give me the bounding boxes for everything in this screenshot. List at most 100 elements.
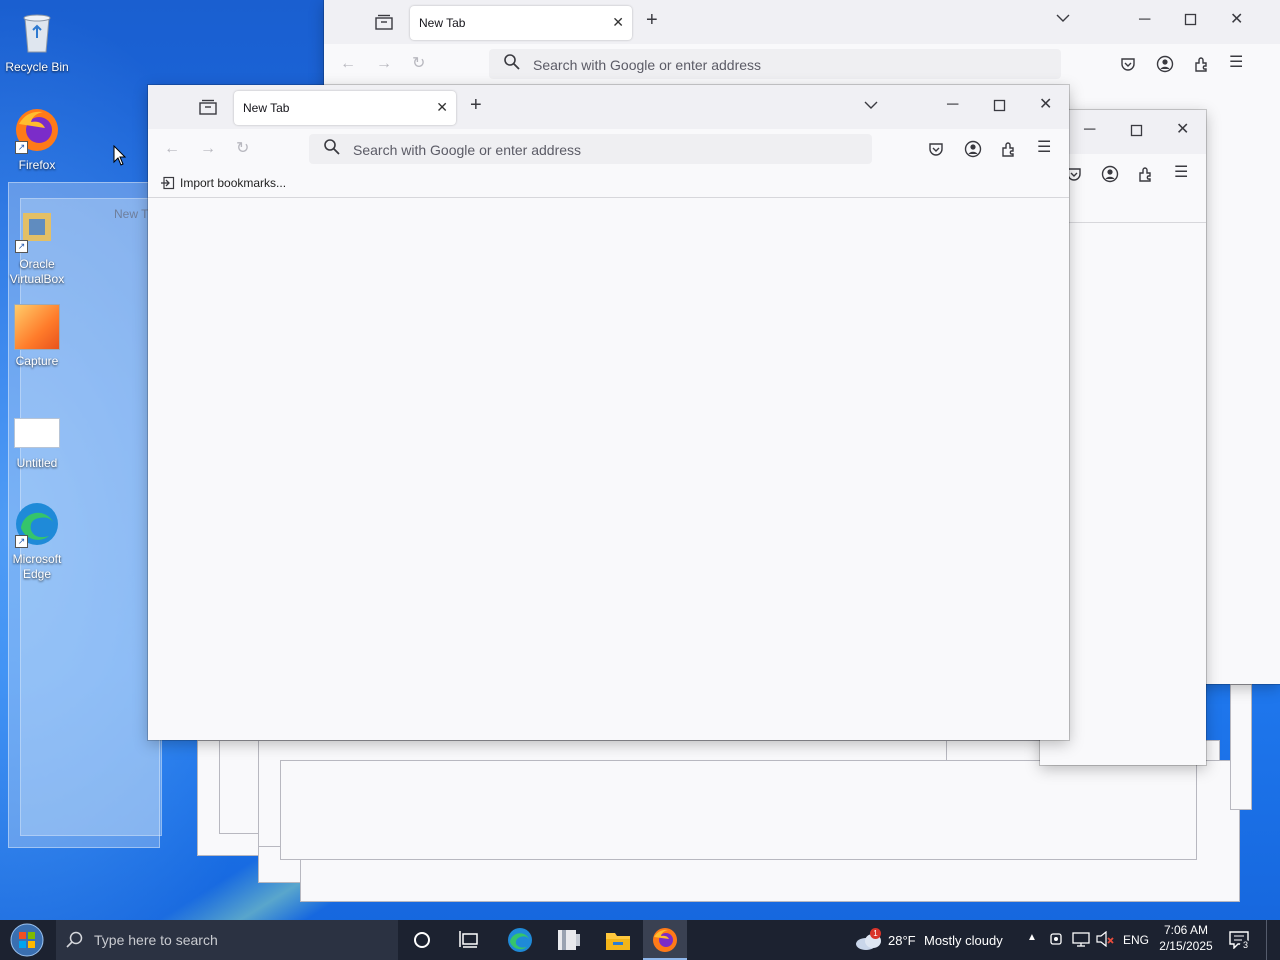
import-bookmarks-label: Import bookmarks... [180, 176, 287, 190]
back-icon[interactable]: ← [340, 56, 356, 72]
close-tab-icon[interactable]: ✕ [612, 14, 624, 31]
search-icon [323, 138, 341, 159]
account-icon[interactable] [964, 140, 982, 162]
recycle-bin-icon [13, 8, 61, 56]
desktop-icon-virtualbox[interactable]: ↗ Oracle VirtualBox [0, 205, 74, 287]
chevron-down-icon[interactable] [1055, 12, 1071, 28]
notifications-button[interactable]: 3 [1226, 920, 1254, 960]
clock-time: 7:06 AM [1163, 923, 1209, 937]
tab-title: New Tab [243, 101, 290, 115]
weather-widget[interactable]: 1 28°F Mostly cloudy [852, 920, 1018, 960]
tab-strip: New Tab ✕ + ─ ✕ [324, 0, 1280, 44]
maximize-button[interactable] [1184, 13, 1198, 31]
start-button[interactable] [4, 920, 50, 960]
mouse-cursor-icon [113, 145, 127, 166]
network-icon[interactable] [1072, 931, 1090, 950]
desktop-icon-label: Untitled [16, 456, 58, 470]
desktop-icon-firefox[interactable]: ↗ Firefox [0, 106, 74, 173]
capture-icon [14, 304, 60, 350]
task-view-button[interactable] [448, 920, 492, 960]
desktop-icon-edge[interactable]: ↗ Microsoft Edge [0, 500, 74, 582]
maximize-button[interactable] [1130, 124, 1144, 142]
weather-alert-badge: 1 [870, 928, 881, 939]
ghost-window [219, 740, 261, 834]
tab-strip: New Tab ✕ + ─ ✕ [148, 85, 1069, 129]
browser-window-front: New Tab ✕ + ─ ✕ ← → ↻ Search with Google… [148, 85, 1069, 740]
task-view-icon [459, 931, 478, 948]
taskbar-search-box[interactable]: Type here to search [56, 920, 398, 960]
minimize-button[interactable]: ─ [1084, 122, 1095, 138]
folder-icon [606, 933, 630, 950]
reload-icon[interactable]: ↻ [412, 56, 425, 72]
weather-text: Mostly cloudy [924, 933, 1003, 948]
extensions-icon[interactable] [1137, 165, 1155, 187]
show-hidden-icons[interactable]: ▲ [1027, 932, 1037, 943]
firefox-icon: ↗ [13, 106, 61, 154]
import-icon [161, 176, 175, 190]
tab-overview-icon[interactable] [199, 99, 217, 119]
desktop-icon-label: Oracle VirtualBox [9, 257, 65, 286]
bookmarks-toolbar: Import bookmarks... [148, 169, 1069, 198]
document-icon [558, 930, 580, 950]
taskbar-document-app[interactable] [547, 920, 591, 960]
url-bar[interactable]: Search with Google or enter address [309, 134, 872, 164]
close-window-button[interactable]: ✕ [1176, 122, 1189, 138]
minimize-button[interactable]: ─ [947, 97, 958, 113]
new-tab-button[interactable]: + [646, 10, 658, 30]
taskbar-firefox[interactable] [643, 920, 687, 960]
close-window-button[interactable]: ✕ [1230, 12, 1243, 28]
forward-icon[interactable]: → [376, 56, 392, 72]
url-placeholder: Search with Google or enter address [533, 57, 762, 73]
import-bookmarks-button[interactable]: Import bookmarks... [161, 175, 286, 191]
extensions-icon[interactable] [1000, 140, 1018, 162]
tab-new-tab[interactable]: New Tab ✕ [410, 6, 632, 40]
nav-bar: ← → ↻ Search with Google or enter addres… [148, 129, 1069, 169]
nav-bar: ← → ↻ Search with Google or enter addres… [324, 44, 1280, 84]
cortana-circle-icon [414, 932, 430, 948]
extensions-icon[interactable] [1193, 55, 1211, 77]
reload-icon[interactable]: ↻ [236, 141, 249, 157]
show-desktop-button[interactable] [1266, 920, 1280, 960]
account-icon[interactable] [1101, 165, 1119, 187]
ghost-tab-title: New T [114, 207, 149, 221]
desktop-icon-recycle-bin[interactable]: Recycle Bin [0, 8, 74, 75]
desktop-icon-label: Capture [15, 354, 59, 368]
weather-temp: 28°F [888, 933, 916, 948]
language-indicator[interactable]: ENG [1123, 933, 1149, 947]
search-placeholder: Type here to search [94, 932, 218, 948]
chevron-down-icon[interactable] [863, 99, 879, 115]
minimize-button[interactable]: ─ [1139, 12, 1150, 28]
cortana-button[interactable] [400, 920, 444, 960]
desktop-icon-label: Firefox [18, 158, 56, 172]
pocket-icon[interactable] [1120, 56, 1136, 76]
desktop-icon-label: Recycle Bin [5, 60, 69, 74]
desktop-icon-untitled[interactable]: Untitled [0, 418, 74, 471]
menu-icon[interactable]: ☰ [1174, 165, 1188, 181]
url-bar[interactable]: Search with Google or enter address [489, 49, 1061, 79]
desktop-icon-capture[interactable]: Capture [0, 304, 74, 369]
meet-now-icon[interactable] [1050, 931, 1064, 950]
volume-muted-icon[interactable] [1096, 930, 1114, 950]
taskbar-edge[interactable] [498, 920, 542, 960]
maximize-button[interactable] [993, 99, 1007, 117]
taskbar-file-explorer[interactable] [596, 920, 640, 960]
new-tab-button[interactable]: + [470, 95, 482, 115]
virtualbox-icon: ↗ [13, 205, 61, 253]
clock[interactable]: 7:06 AM 2/15/2025 [1156, 920, 1216, 960]
forward-icon[interactable]: → [200, 141, 216, 157]
close-window-button[interactable]: ✕ [1039, 97, 1052, 113]
url-placeholder: Search with Google or enter address [353, 142, 582, 158]
account-icon[interactable] [1156, 55, 1174, 77]
shortcut-arrow-icon: ↗ [15, 240, 28, 253]
back-icon[interactable]: ← [164, 141, 180, 157]
menu-icon[interactable]: ☰ [1229, 55, 1243, 71]
tab-overview-icon[interactable] [375, 14, 393, 34]
edge-icon: ↗ [13, 500, 61, 548]
notification-count: 3 [1240, 940, 1251, 950]
untitled-icon [14, 418, 60, 448]
pocket-icon[interactable] [928, 141, 944, 161]
shortcut-arrow-icon: ↗ [15, 141, 28, 154]
tab-new-tab[interactable]: New Tab ✕ [234, 91, 456, 125]
menu-icon[interactable]: ☰ [1037, 140, 1051, 156]
close-tab-icon[interactable]: ✕ [436, 99, 448, 116]
